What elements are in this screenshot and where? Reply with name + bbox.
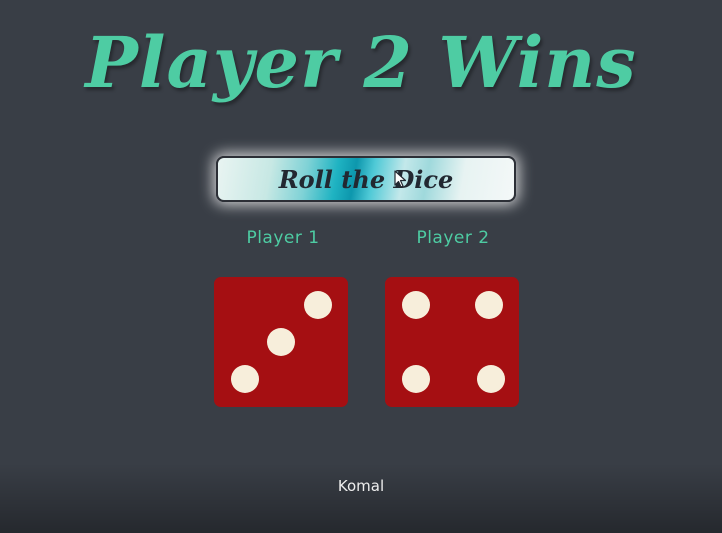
die-pip — [475, 291, 503, 319]
bottom-vignette — [0, 463, 722, 533]
die-pip — [231, 365, 259, 393]
author-footer: Komal — [337, 477, 385, 495]
player-1-label: Player 1 — [246, 228, 320, 248]
die-pip — [304, 291, 332, 319]
die-pip — [402, 291, 430, 319]
player-2-label: Player 2 — [416, 228, 490, 248]
player-2-die — [385, 277, 519, 407]
result-title: Player 2 Wins — [85, 21, 637, 104]
die-pip — [477, 365, 505, 393]
roll-dice-button[interactable]: Roll the Dice — [216, 156, 516, 202]
player-1-die — [214, 277, 348, 407]
die-pip — [267, 328, 295, 356]
die-pip — [402, 365, 430, 393]
cursor-arrow-icon — [394, 170, 407, 188]
